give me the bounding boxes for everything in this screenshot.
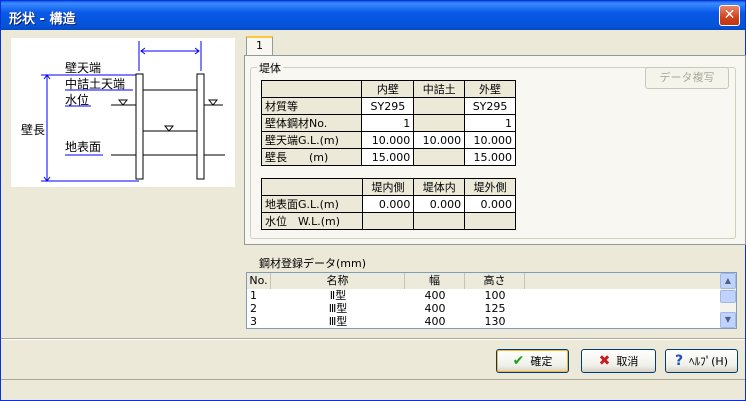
dialog-window: 形状 - 構造 ✕ 壁天端 中詰土天端 水位 地表面 壁長 1 堤体 データ複写…: [0, 0, 746, 401]
list-cell-height: 125: [484, 302, 506, 315]
table-cell[interactable]: 0.000: [413, 195, 466, 213]
table-header: 堤体内: [413, 178, 466, 196]
scroll-thumb[interactable]: [720, 290, 736, 303]
column-header-name[interactable]: 名称: [271, 273, 405, 289]
help-button[interactable]: ? ﾍﾙﾌﾟ(H): [665, 349, 738, 373]
row-label: 地表面G.L.(m): [261, 195, 363, 213]
table-cell[interactable]: 1: [361, 114, 415, 132]
table-cell[interactable]: SY295: [464, 97, 516, 115]
list-cell-no: 2: [250, 302, 257, 315]
table-header: 中詰土: [413, 80, 466, 98]
table-cell: [413, 114, 466, 132]
close-button[interactable]: ✕: [719, 5, 740, 26]
diagram-label-height: 壁長: [21, 122, 45, 137]
question-icon: ?: [675, 353, 684, 369]
table-cell: [413, 212, 466, 230]
list-item[interactable]: 1 Ⅱ型 400 100: [247, 289, 721, 302]
table-header: [260, 80, 363, 98]
status-bar: [1, 379, 745, 400]
structure-diagram: 壁天端 中詰土天端 水位 地表面 壁長: [11, 38, 235, 187]
water-mark-right: [207, 99, 219, 106]
table-header: 内壁: [361, 80, 415, 98]
group-label: 堤体: [257, 60, 283, 76]
diagram-label-fill-top: 中詰土天端: [65, 76, 125, 91]
check-icon: ✔: [512, 353, 525, 369]
table-header: 堤内側: [361, 178, 415, 196]
table-row: 壁長 (m) 15.000 15.000: [260, 148, 516, 166]
cancel-button-label: 取消: [616, 355, 639, 368]
list-cell-name: Ⅲ型: [328, 315, 348, 328]
table-cell[interactable]: 10.000: [464, 131, 516, 149]
water-mark-left: [117, 99, 129, 106]
list-cell-no: 1: [250, 289, 257, 302]
table-cell[interactable]: SY295: [361, 97, 415, 115]
list-cell-width: 400: [424, 289, 446, 302]
ok-button-label: 確定: [530, 355, 553, 368]
help-button-label: ﾍﾙﾌﾟ(H): [689, 355, 728, 368]
row-label: 壁天端G.L.(m): [260, 131, 363, 149]
list-item[interactable]: 2 Ⅲ型 400 125: [247, 302, 721, 315]
title-bar[interactable]: 形状 - 構造 ✕: [1, 1, 745, 30]
steel-listview[interactable]: No. 名称 幅 高さ 1 Ⅱ型 400 100 2 Ⅲ型 400 125 3 …: [246, 272, 737, 329]
wall-properties-table: 内壁 中詰土 外壁 材質等 SY295 SY295 壁体鋼材No. 1 1 壁天…: [260, 80, 516, 166]
ok-button[interactable]: ✔ 確定: [496, 349, 569, 373]
table-cell: [413, 97, 466, 115]
column-header-height[interactable]: 高さ: [465, 273, 525, 289]
structure-diagram-svg: 壁天端 中詰土天端 水位 地表面 壁長: [21, 41, 225, 182]
table-cell[interactable]: 15.000: [361, 148, 415, 166]
table-header-row: 内壁 中詰土 外壁: [260, 80, 516, 98]
column-header-no[interactable]: No.: [247, 273, 271, 289]
row-label: 壁体鋼材No.: [260, 114, 363, 132]
table-cell[interactable]: 0.000: [361, 195, 415, 213]
list-cell-no: 3: [250, 315, 257, 328]
row-label: 壁長 (m): [260, 148, 363, 166]
table-row: 材質等 SY295 SY295: [260, 97, 516, 115]
close-icon: ✕: [723, 7, 736, 23]
table-cell: [464, 212, 516, 230]
table-cell[interactable]: 15.000: [464, 148, 516, 166]
list-cell-height: 130: [484, 315, 506, 328]
list-cell-name: Ⅲ型: [328, 302, 348, 315]
table-cell: [413, 148, 466, 166]
list-cell-width: 400: [424, 302, 446, 315]
table-header: 外壁: [464, 80, 516, 98]
scroll-down-icon[interactable]: ▼: [720, 312, 736, 328]
scroll-up-icon[interactable]: ▲: [720, 273, 736, 289]
row-label: 材質等: [260, 97, 363, 115]
vertical-scrollbar[interactable]: ▲ ▼: [720, 273, 736, 328]
window-title: 形状 - 構造: [9, 12, 76, 27]
list-cell-height: 100: [484, 289, 506, 302]
tab-1[interactable]: 1: [246, 36, 273, 56]
column-header-width[interactable]: 幅: [405, 273, 465, 289]
list-cell-name: Ⅱ型: [329, 289, 347, 302]
table-header: [261, 178, 363, 196]
ground-water-table: 堤内側 堤体内 堤外側 地表面G.L.(m) 0.000 0.000 0.000…: [261, 178, 516, 230]
cancel-button[interactable]: ✖ 取消: [581, 349, 656, 373]
diagram-label-ground: 地表面: [65, 140, 101, 154]
diagram-label-water: 水位: [65, 92, 89, 107]
table-cell[interactable]: 1: [464, 114, 516, 132]
table-row: 壁体鋼材No. 1 1: [260, 114, 516, 132]
table-header: 堤外側: [464, 178, 516, 196]
table-row: 地表面G.L.(m) 0.000 0.000 0.000: [261, 195, 516, 213]
outer-wall: [196, 73, 205, 180]
copy-data-button[interactable]: データ複写: [645, 67, 729, 89]
table-row: 水位 W.L.(m): [261, 212, 516, 230]
table-cell[interactable]: 10.000: [361, 131, 415, 149]
table-row: 壁天端G.L.(m) 10.000 10.000 10.000: [260, 131, 516, 149]
water-mark-inner: [163, 125, 175, 132]
x-icon: ✖: [598, 353, 611, 369]
listview-header: No. 名称 幅 高さ: [247, 273, 721, 289]
separator: [1, 338, 745, 340]
steel-list-label: 鋼材登録データ(mm): [259, 257, 367, 270]
table-header-row: 堤内側 堤体内 堤外側: [261, 178, 516, 196]
table-cell: [361, 212, 415, 230]
inner-wall: [135, 73, 144, 180]
list-item[interactable]: 3 Ⅲ型 400 130: [247, 315, 721, 328]
table-cell[interactable]: 0.000: [464, 195, 516, 213]
diagram-label-top: 壁天端: [65, 60, 101, 75]
table-cell[interactable]: 10.000: [413, 131, 466, 149]
list-cell-width: 400: [424, 315, 446, 328]
row-label: 水位 W.L.(m): [261, 212, 363, 230]
